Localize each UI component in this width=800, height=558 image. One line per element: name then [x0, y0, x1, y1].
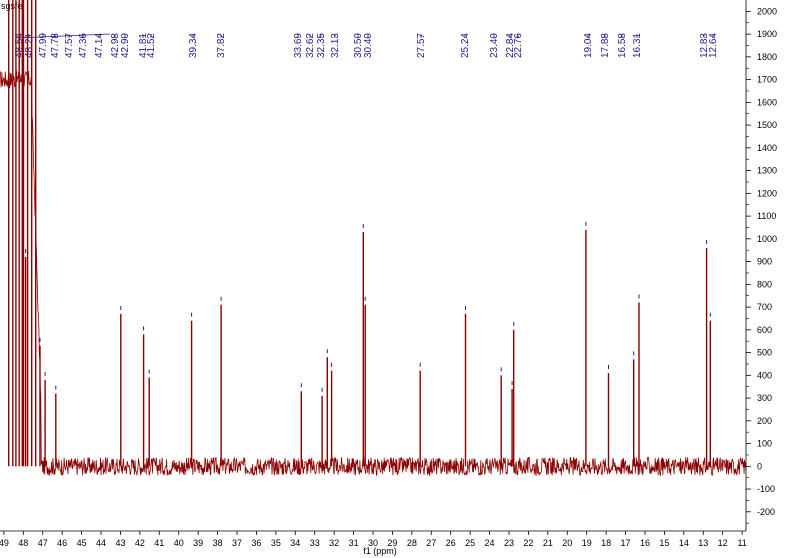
peak-label: 12.64 [708, 33, 719, 58]
x-tick-label: 34 [290, 538, 300, 548]
y-tick-label: 1100 [757, 211, 776, 221]
peak-label: 47.14 [94, 33, 105, 58]
y-tick-label: 200 [757, 416, 772, 426]
peak-label: 32.62 [305, 33, 316, 58]
y-tick-label: 100 [757, 439, 772, 449]
peak-label: 41.52 [146, 33, 157, 58]
y-tick-label: 700 [757, 302, 772, 312]
peak-label-layer: 48.5448.2147.9947.7847.5747.3647.1442.98… [14, 33, 719, 58]
y-tick-label: 800 [757, 279, 772, 289]
peak-label: 22.76 [513, 33, 524, 58]
peak-label: 32.35 [316, 33, 327, 58]
x-tick-label: 17 [621, 538, 631, 548]
x-tick-label: 41 [154, 538, 164, 548]
x-tick-label: 35 [271, 538, 281, 548]
spectrum-layer [0, 0, 747, 477]
y-tick-label: 1200 [757, 188, 777, 198]
x-tick-label: 27 [426, 538, 436, 548]
peak-label: 48.21 [24, 33, 35, 58]
y-tick-label: 1700 [757, 75, 777, 85]
x-tick-label: 22 [523, 538, 533, 548]
nmr-spectrum-chart: sgsfe 48.5448.2147.9947.7847.5747.3647.1… [0, 0, 777, 556]
x-tick-label: 24 [485, 538, 495, 548]
x-tick-label: 23 [504, 538, 514, 548]
x-tick-label: 28 [407, 538, 417, 548]
y-tick-label: 1500 [757, 120, 777, 130]
x-tick-label: 26 [446, 538, 456, 548]
peak-label: 17.88 [600, 33, 611, 58]
y-tick-label: 600 [757, 325, 772, 335]
y-tick-label: 1000 [757, 234, 777, 244]
y-tick-label: 300 [757, 393, 772, 403]
x-tick-label: 42 [135, 538, 145, 548]
x-tick-label: 49 [0, 538, 9, 548]
x-tick-label: 48 [18, 538, 28, 548]
y-tick-label: 500 [757, 348, 772, 358]
x-tick-label: 43 [115, 538, 125, 548]
x-tick-label: 25 [465, 538, 475, 548]
y-tick-label: -100 [757, 484, 775, 494]
x-tick-label: 15 [659, 538, 669, 548]
x-tick-label: 32 [329, 538, 339, 548]
x-tick-label: 40 [174, 538, 184, 548]
y-axis: -200 -100 0 100 200 300 400 500 600 700 800 900 1000… [745, 0, 777, 531]
peak-label: 16.31 [632, 33, 643, 58]
x-tick-label: 46 [57, 538, 67, 548]
peak-label: 37.82 [216, 33, 227, 58]
x-tick-label: 33 [310, 538, 320, 548]
x-tick-label: 36 [251, 538, 261, 548]
x-tick-label: 45 [77, 538, 87, 548]
peak-label: 42.90 [120, 33, 131, 58]
peak-label: 47.36 [78, 33, 89, 58]
x-tick-label: 19 [582, 538, 592, 548]
peak-label: 16.58 [617, 33, 628, 58]
peak-label: 25.24 [460, 33, 471, 58]
x-tick-label: 38 [213, 538, 223, 548]
x-tick-label: 31 [349, 538, 359, 548]
peak-label: 39.34 [188, 33, 199, 58]
x-tick-label: 44 [96, 538, 106, 548]
y-tick-label: 1800 [757, 52, 777, 62]
peak-label: 30.40 [363, 33, 374, 58]
y-tick-label: 1900 [757, 29, 777, 39]
peak-label: 19.04 [583, 33, 594, 58]
y-tick-label: 1600 [757, 97, 777, 107]
peak-label: 33.69 [293, 33, 304, 58]
y-tick-label: 1400 [757, 143, 777, 153]
y-tick-label: 400 [757, 370, 772, 380]
x-axis-label: f1 (ppm) [363, 546, 397, 556]
x-tick-label: 13 [698, 538, 708, 548]
x-tick-label: 16 [640, 538, 650, 548]
peak-label: 47.57 [64, 33, 75, 58]
y-tick-label: 2000 [757, 6, 777, 16]
x-tick-label: 18 [601, 538, 611, 548]
peak-label: 27.57 [416, 33, 427, 58]
x-tick-label: 39 [193, 538, 203, 548]
x-tick-label: 12 [718, 538, 728, 548]
x-tick-label: 37 [232, 538, 242, 548]
y-tick-label: 900 [757, 257, 772, 267]
peak-label: 32.13 [330, 33, 341, 58]
y-tick-label: -200 [757, 507, 775, 517]
x-tick-label: 20 [562, 538, 572, 548]
y-tick-label: 0 [757, 461, 762, 471]
peak-label: 23.40 [489, 33, 500, 58]
y-tick-label: 1300 [757, 166, 777, 176]
x-tick-label: 47 [38, 538, 48, 548]
x-tick-label: 14 [679, 538, 689, 548]
x-tick-label: 11 [737, 538, 746, 548]
x-tick-label: 21 [543, 538, 553, 548]
